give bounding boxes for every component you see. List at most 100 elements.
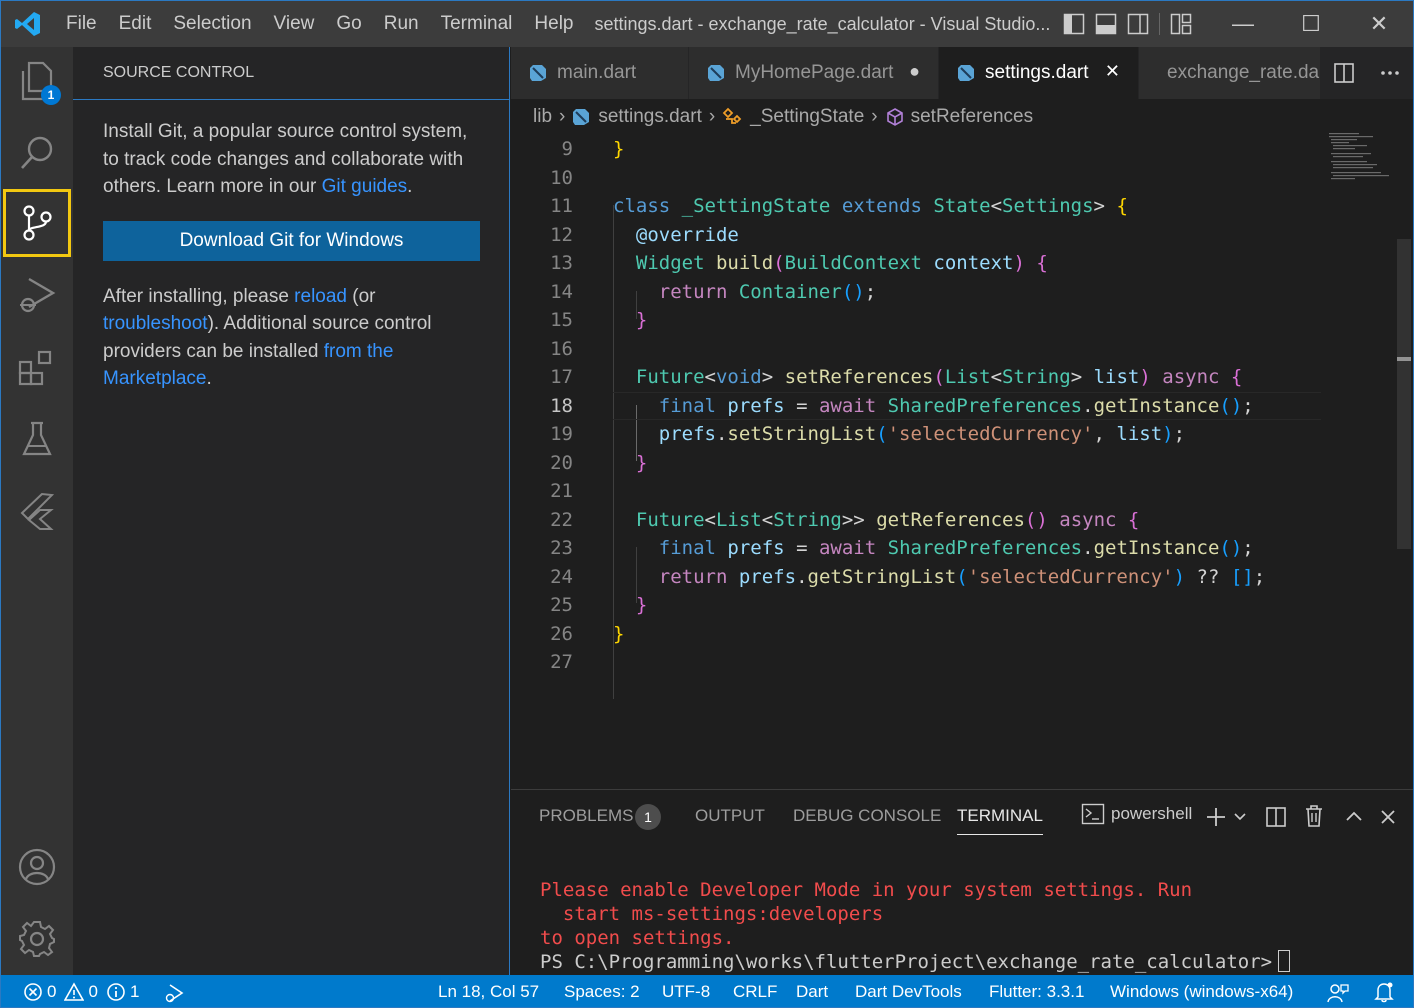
minimap[interactable] <box>1325 129 1397 189</box>
code-line: 25 } <box>550 594 648 616</box>
error-icon <box>24 983 42 1001</box>
code-line-current: 18 final prefs = await SharedPreferences… <box>511 391 1395 420</box>
layout-controls <box>1063 1 1192 47</box>
breadcrumb-file[interactable]: settings.dart <box>598 106 702 128</box>
problems-status[interactable]: 0 0 1 <box>23 975 140 1007</box>
language-mode[interactable]: Dart <box>796 975 828 1007</box>
notifications-bell-icon[interactable] <box>1373 981 1395 1003</box>
status-bar: 0 0 1 Ln 18, Col 57 Spaces: 2 UTF-8 CRLF… <box>1 975 1413 1007</box>
close-tab-icon[interactable]: ✕ <box>1105 61 1120 82</box>
terminal-output[interactable]: Please enable Developer Mode in your sys… <box>540 878 1291 974</box>
breadcrumb-class[interactable]: _SettingState <box>750 106 864 128</box>
chevron-right-icon: › <box>871 106 878 127</box>
menu-view[interactable]: View <box>263 1 326 47</box>
maximize-panel-icon[interactable] <box>1345 808 1363 826</box>
close-panel-icon[interactable] <box>1379 808 1397 826</box>
source-control-icon <box>23 205 52 241</box>
testing-button[interactable] <box>3 405 71 473</box>
git-guides-link[interactable]: Git guides <box>322 176 408 197</box>
extensions-button[interactable] <box>3 333 71 401</box>
info-count: 1 <box>129 982 140 1001</box>
explorer-badge: 1 <box>41 85 61 105</box>
new-terminal-icon[interactable] <box>1205 806 1227 828</box>
close-window-button[interactable]: ✕ <box>1345 1 1413 47</box>
bottom-panel: PROBLEMS 1 OUTPUT DEBUG CONSOLE TERMINAL… <box>511 789 1413 975</box>
minimize-button[interactable]: — <box>1209 1 1277 47</box>
settings-gear-icon <box>19 921 55 957</box>
cursor-position[interactable]: Ln 18, Col 57 <box>438 975 539 1007</box>
code-line: 16 <box>550 337 573 360</box>
activity-bar: 1 <box>1 47 73 975</box>
run-debug-button[interactable] <box>3 261 71 329</box>
editor-tab-bar: main.dart MyHomePage.dart ● settings.dar… <box>511 47 1413 99</box>
debug-launch-icon[interactable] <box>163 982 185 1004</box>
tab-terminal[interactable]: TERMINAL <box>957 806 1043 835</box>
editor-actions <box>1321 47 1413 99</box>
accounts-icon <box>18 848 56 886</box>
info-icon <box>107 983 125 1001</box>
feedback-icon[interactable] <box>1327 982 1349 1004</box>
accounts-button[interactable] <box>3 833 71 901</box>
trash-icon[interactable] <box>1303 804 1325 828</box>
tab-exchange-rate-dart[interactable]: exchange_rate.dart <box>1139 47 1321 99</box>
flutter-button[interactable] <box>3 477 71 545</box>
panel-tabs: PROBLEMS 1 OUTPUT DEBUG CONSOLE TERMINAL… <box>511 790 1413 844</box>
dart-file-icon <box>708 65 724 81</box>
chevron-down-icon[interactable] <box>1233 810 1247 824</box>
code-line: 23 final prefs = await SharedPreferences… <box>550 537 1254 559</box>
menu-selection[interactable]: Selection <box>162 1 262 47</box>
explorer-button[interactable]: 1 <box>3 47 71 115</box>
scrollbar-thumb[interactable] <box>1397 239 1411 549</box>
menu-edit[interactable]: Edit <box>108 1 163 47</box>
code-editor[interactable]: 9} 10 11 class _SettingState extends Stat… <box>511 135 1395 789</box>
tab-output[interactable]: OUTPUT <box>695 806 765 826</box>
tab-debug-console[interactable]: DEBUG CONSOLE <box>793 806 941 826</box>
code-line: 10 <box>550 166 573 189</box>
breadcrumb-method[interactable]: setReferences <box>911 106 1034 128</box>
manage-button[interactable] <box>3 905 71 973</box>
menu-help[interactable]: Help <box>523 1 584 47</box>
breadcrumb-folder[interactable]: lib <box>533 106 552 128</box>
toggle-secondary-sidebar-icon[interactable] <box>1127 13 1149 35</box>
menu-go[interactable]: Go <box>325 1 372 47</box>
more-actions-icon[interactable] <box>1379 62 1401 84</box>
split-editor-icon[interactable] <box>1333 62 1355 84</box>
dart-file-icon <box>530 65 546 81</box>
customize-layout-icon[interactable] <box>1170 13 1192 35</box>
editor-scrollbar[interactable] <box>1395 135 1413 789</box>
code-line: 26} <box>550 622 625 645</box>
search-icon <box>21 136 53 169</box>
tab-main-dart[interactable]: main.dart <box>511 47 689 99</box>
code-line: 11 class _SettingState extends State<Sett… <box>550 195 1128 217</box>
menu-run[interactable]: Run <box>373 1 430 47</box>
toggle-panel-icon[interactable] <box>1095 13 1117 35</box>
vscode-window: File Edit Selection View Go Run Terminal… <box>0 0 1414 1008</box>
indentation[interactable]: Spaces: 2 <box>564 975 640 1007</box>
breadcrumb: lib › settings.dart › _SettingState › se… <box>511 99 1413 135</box>
toggle-primary-sidebar-icon[interactable] <box>1063 13 1085 35</box>
method-symbol-icon <box>886 108 903 126</box>
end-of-line[interactable]: CRLF <box>733 975 777 1007</box>
code-line: 22 Future<List<String>> getReferences() … <box>550 508 1140 531</box>
split-terminal-icon[interactable] <box>1265 806 1287 828</box>
terminal-shell-name: powershell <box>1111 804 1193 823</box>
search-button[interactable] <box>3 119 71 187</box>
window-title: settings.dart - exchange_rate_calculator… <box>594 13 1051 34</box>
troubleshoot-link[interactable]: troubleshoot <box>103 313 208 334</box>
tab-myhomepage-dart[interactable]: MyHomePage.dart ● <box>689 47 939 99</box>
reload-link[interactable]: reload <box>294 286 347 307</box>
maximize-button[interactable]: ☐ <box>1277 1 1345 47</box>
tab-settings-dart[interactable]: settings.dart ✕ <box>939 47 1139 99</box>
tab-problems[interactable]: PROBLEMS <box>539 806 633 826</box>
chevron-right-icon: › <box>708 106 716 127</box>
menu-terminal[interactable]: Terminal <box>430 1 524 47</box>
target-device[interactable]: Windows (windows-x64) <box>1110 975 1293 1007</box>
unsaved-dot-icon[interactable]: ● <box>909 61 920 82</box>
source-control-button[interactable] <box>3 189 71 257</box>
menu-file[interactable]: File <box>55 1 108 47</box>
terminal-selector[interactable]: powershell <box>1081 803 1192 825</box>
dart-devtools[interactable]: Dart DevTools <box>855 975 962 1007</box>
download-git-button[interactable]: Download Git for Windows <box>103 220 480 261</box>
flutter-version[interactable]: Flutter: 3.3.1 <box>989 975 1084 1007</box>
file-encoding[interactable]: UTF-8 <box>662 975 710 1007</box>
